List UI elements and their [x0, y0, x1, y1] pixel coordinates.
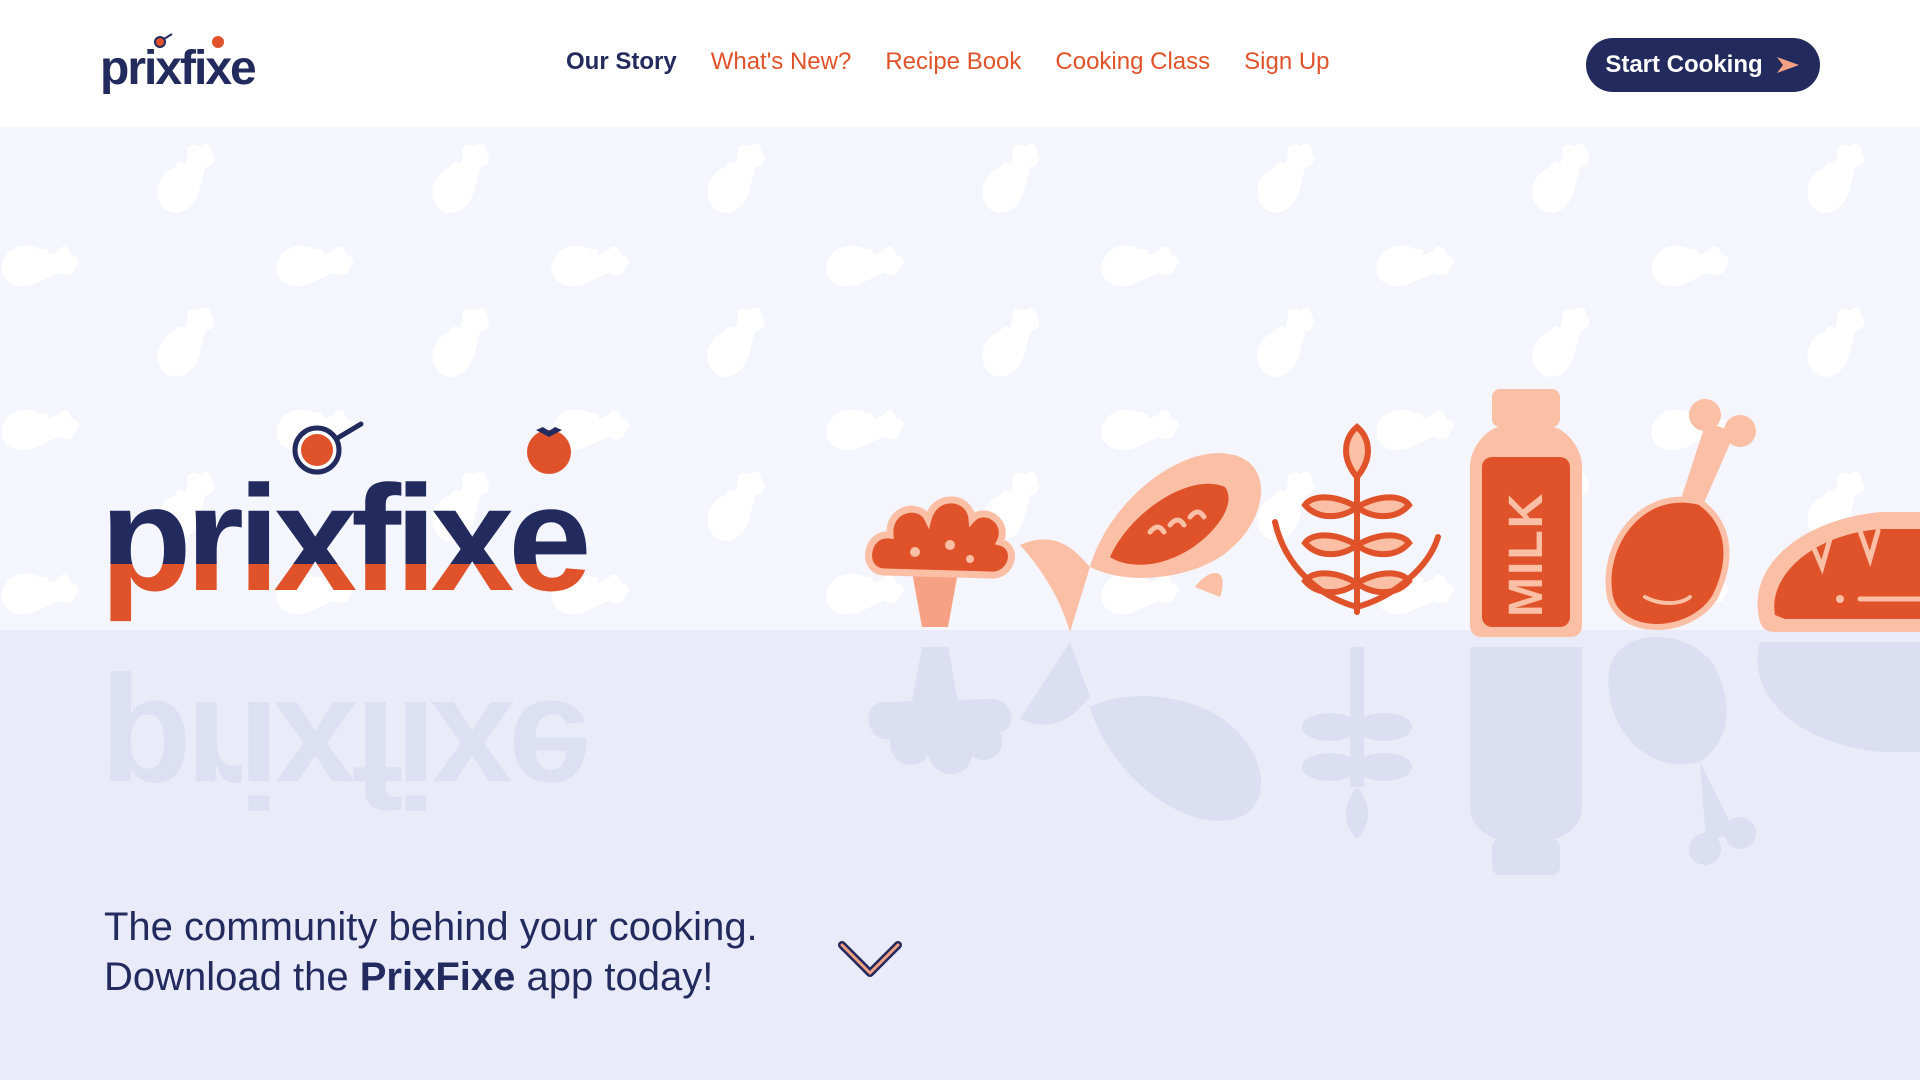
tomato-icon	[212, 36, 224, 48]
arrow-right-icon	[1776, 57, 1799, 73]
nav-recipe-book[interactable]: Recipe Book	[885, 48, 1021, 76]
pan-icon	[154, 36, 166, 48]
tagline-suffix: app today!	[515, 955, 714, 999]
chevron-down-icon[interactable]	[836, 935, 904, 983]
nav-cooking-class[interactable]: Cooking Class	[1055, 48, 1210, 76]
fish-icon	[1020, 453, 1262, 632]
broccoli-icon	[865, 496, 1015, 627]
nav-whats-new[interactable]: What's New?	[711, 48, 852, 76]
nav-our-story[interactable]: Our Story	[566, 48, 677, 76]
hero-section: prixfixe prixfixe prixfixe MILK The comm…	[0, 127, 1920, 1080]
chicken-leg-icon	[1605, 399, 1756, 630]
hero-logo: prixfixe prixfixe	[100, 421, 593, 622]
wheat-icon	[1272, 423, 1441, 615]
food-reflections	[868, 637, 1920, 875]
tagline-prefix: Download the	[104, 955, 360, 999]
top-navigation: prixfixe Our Story What's New? Recipe Bo…	[0, 0, 1920, 127]
nav-links: Our Story What's New? Recipe Book Cookin…	[566, 48, 1330, 76]
frying-pan-icon	[292, 421, 364, 475]
prixfixe-logo[interactable]: prixfixe	[100, 32, 290, 94]
logo-wordmark: prixfixe	[100, 42, 256, 94]
svg-text:prixfixe: prixfixe	[100, 670, 587, 838]
milk-label: MILK	[1500, 492, 1553, 617]
nav-sign-up[interactable]: Sign Up	[1244, 48, 1329, 76]
tagline-brand: PrixFixe	[359, 955, 516, 999]
bread-icon	[1757, 512, 1920, 632]
tagline-line-2: Download the PrixFixe app today!	[104, 952, 864, 1002]
hero-tagline: The community behind your cooking. Downl…	[104, 902, 864, 1002]
start-cooking-label: Start Cooking	[1605, 51, 1763, 78]
milk-bottle-icon: MILK	[1470, 389, 1582, 637]
hero-logo-reflection: prixfixe	[100, 670, 593, 838]
start-cooking-button[interactable]: Start Cooking	[1586, 38, 1820, 92]
tomato-icon	[527, 427, 571, 474]
tagline-line-1: The community behind your cooking.	[104, 905, 758, 949]
